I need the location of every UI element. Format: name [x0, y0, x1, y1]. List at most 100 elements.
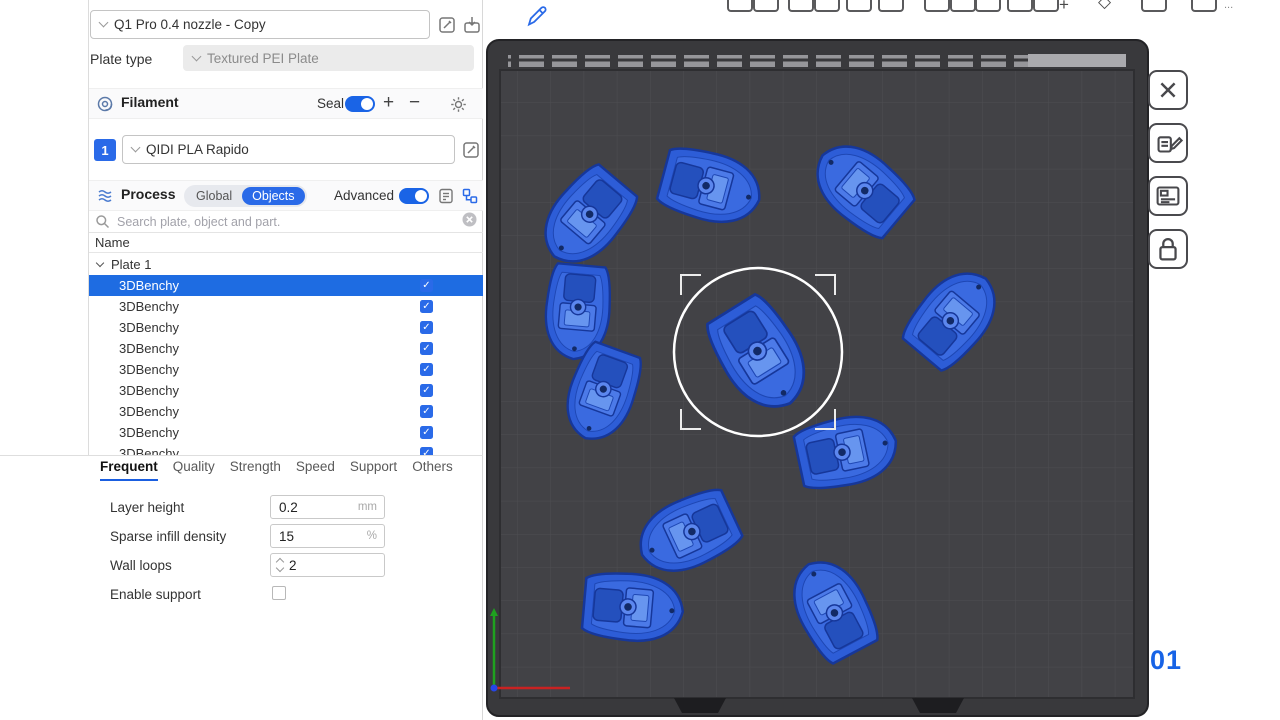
toolbar-icon[interactable]: [975, 0, 1001, 12]
collapse-caret-icon[interactable]: [96, 259, 104, 267]
tree-item-plate[interactable]: Plate 1: [89, 254, 483, 275]
add-icon[interactable]: +: [1059, 0, 1069, 13]
process-list-icon[interactable]: [437, 187, 455, 205]
tree-item-object[interactable]: 3DBenchy ✓: [89, 380, 483, 401]
toolbar-icon[interactable]: [814, 0, 840, 12]
edit-filament-icon[interactable]: [461, 140, 481, 160]
toolbar-icon[interactable]: [1141, 0, 1167, 12]
plate-number: 01: [1150, 645, 1182, 676]
object-visibility-checkbox[interactable]: ✓: [420, 342, 433, 355]
lock-plate-button[interactable]: [1148, 229, 1188, 269]
printer-preset-value: Q1 Pro 0.4 nozzle - Copy: [114, 17, 266, 32]
object-visibility-checkbox[interactable]: ✓: [420, 384, 433, 397]
toolbar-icon[interactable]: [950, 0, 976, 12]
param-row: Layer height 0.2mm: [0, 494, 483, 523]
param-row: Enable support: [0, 581, 483, 610]
object-list-icon[interactable]: [461, 187, 479, 205]
spinner-arrows[interactable]: [277, 559, 283, 571]
name-column-label: Name: [95, 235, 130, 250]
viewport-3d[interactable]: + ◇ ...: [484, 0, 1280, 720]
tree-item-object[interactable]: 3DBenchy✓: [89, 296, 483, 317]
edit-preset-icon[interactable]: [437, 15, 457, 35]
param-label: Layer height: [110, 500, 184, 515]
advanced-label: Advanced: [334, 188, 394, 203]
object-visibility-checkbox[interactable]: ✓: [420, 363, 433, 376]
object-name: 3DBenchy: [119, 278, 179, 293]
clear-search-icon[interactable]: [456, 212, 477, 232]
toolbar-icon[interactable]: [788, 0, 814, 12]
search-icon: [95, 214, 110, 229]
toolbar-icon[interactable]: [727, 0, 753, 12]
toolbar-icon[interactable]: [753, 0, 779, 12]
more-icon[interactable]: ...: [1224, 0, 1233, 11]
auto-arrange-button[interactable]: [1148, 123, 1188, 163]
remove-filament-button[interactable]: −: [409, 93, 420, 112]
param-input[interactable]: 2: [270, 553, 385, 577]
scope-global-button[interactable]: Global: [186, 189, 242, 203]
advanced-toggle[interactable]: [399, 188, 429, 204]
toolbar-icon[interactable]: [878, 0, 904, 12]
tree-item-object[interactable]: 3DBenchy ✓: [89, 443, 483, 455]
toolbar-icon[interactable]: [846, 0, 872, 12]
toolbar-icon[interactable]: [1191, 0, 1217, 12]
auto-arrange-icon: [1151, 126, 1185, 160]
param-input[interactable]: 15%: [270, 524, 385, 548]
object-visibility-checkbox[interactable]: ✓: [420, 279, 433, 292]
plate-type-select[interactable]: Textured PEI Plate: [183, 45, 474, 71]
seal-toggle[interactable]: [345, 96, 375, 112]
tree-item-object[interactable]: 3DBenchy✓: [89, 317, 483, 338]
tree-item-object[interactable]: 3DBenchy ✓: [89, 275, 483, 296]
diamond-icon[interactable]: ◇: [1098, 0, 1111, 10]
tree-item-object[interactable]: 3DBenchy ✓: [89, 422, 483, 443]
process-section-title: Process: [121, 186, 175, 202]
printer-preset-select[interactable]: Q1 Pro 0.4 nozzle - Copy: [90, 10, 430, 39]
tab-strength[interactable]: Strength: [230, 459, 281, 481]
toolbar-icon[interactable]: [924, 0, 950, 12]
tree-column-header: Name: [89, 233, 483, 253]
settings-panel: Q1 Pro 0.4 nozzle - Copy Plate type Text…: [0, 0, 483, 720]
object-visibility-checkbox[interactable]: ✓: [420, 447, 433, 455]
tree-item-object[interactable]: 3DBenchy✓: [89, 338, 483, 359]
export-preset-icon[interactable]: [462, 15, 482, 35]
object-visibility-checkbox[interactable]: ✓: [420, 426, 433, 439]
object-visibility-checkbox[interactable]: ✓: [420, 405, 433, 418]
tab-quality[interactable]: Quality: [173, 459, 215, 481]
plate-clip: [674, 698, 726, 713]
toolbar-icon[interactable]: [1007, 0, 1033, 12]
object-visibility-checkbox[interactable]: ✓: [420, 321, 433, 334]
chevron-down-icon: [192, 51, 202, 61]
object-name: 3DBenchy: [119, 446, 179, 455]
filament-name: QIDI PLA Rapido: [146, 142, 249, 157]
edit-plate-icon[interactable]: [524, 3, 550, 34]
plate-settings-button[interactable]: [1148, 176, 1188, 216]
filament-slot-badge[interactable]: 1: [94, 139, 116, 161]
object-visibility-checkbox[interactable]: ✓: [420, 300, 433, 313]
tab-frequent[interactable]: Frequent: [100, 459, 158, 481]
scope-objects-button[interactable]: Objects: [242, 187, 304, 205]
tree-item-object[interactable]: 3DBenchy ✓: [89, 401, 483, 422]
object-name: 3DBenchy: [119, 425, 179, 440]
tab-support[interactable]: Support: [350, 459, 397, 481]
parameter-list: Layer height0.2mmSparse infill density15…: [0, 494, 483, 610]
search-input[interactable]: [117, 215, 456, 229]
chevron-down-icon: [131, 143, 141, 153]
lock-icon: [1151, 232, 1185, 266]
param-value: 0.2: [279, 500, 358, 515]
settings-tabs: Frequent Quality Strength Speed Support Other…: [100, 459, 453, 481]
tab-speed[interactable]: Speed: [296, 459, 335, 481]
filament-select[interactable]: QIDI PLA Rapido: [122, 135, 455, 164]
filament-settings-gear-icon[interactable]: [450, 96, 467, 113]
param-input[interactable]: 0.2mm: [270, 495, 385, 519]
object-name: 3DBenchy: [119, 404, 179, 419]
tree-item-object[interactable]: 3DBenchy✓: [89, 359, 483, 380]
delete-all-button[interactable]: [1148, 70, 1188, 110]
object-name: 3DBenchy: [119, 383, 179, 398]
toolbar-icon[interactable]: [1033, 0, 1059, 12]
tab-others[interactable]: Others: [412, 459, 453, 481]
param-unit: mm: [358, 501, 377, 513]
param-label: Enable support: [110, 587, 201, 602]
param-value: 15: [279, 529, 367, 544]
build-plate[interactable]: [484, 36, 1152, 720]
add-filament-button[interactable]: +: [383, 93, 394, 112]
enable-support-checkbox[interactable]: [272, 586, 286, 600]
